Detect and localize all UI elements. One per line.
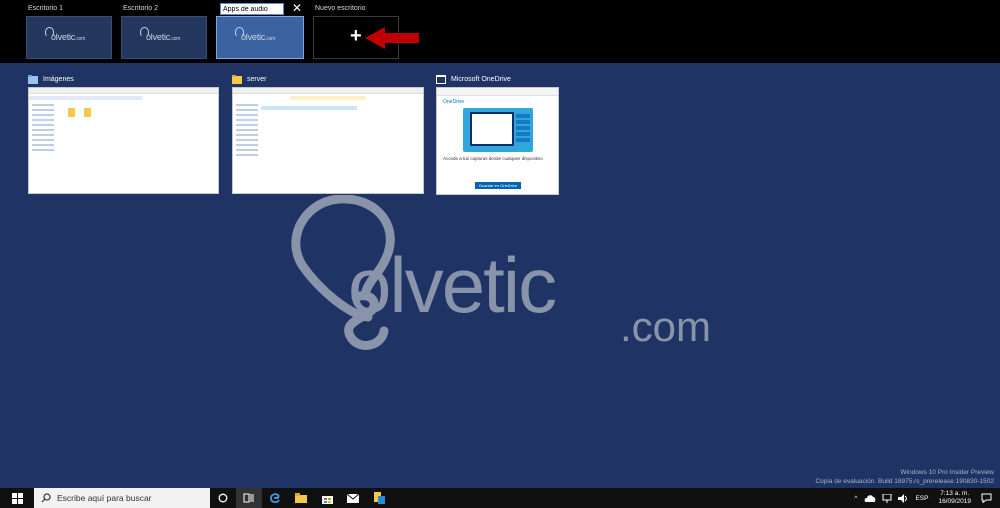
mail-envelope-icon <box>347 493 359 503</box>
language-indicator[interactable]: ESP <box>915 495 928 502</box>
mail-button[interactable] <box>340 488 366 508</box>
show-hidden-icons-chevron-icon[interactable]: ^ <box>854 495 857 502</box>
window-title-bar: Imágenes <box>28 72 219 86</box>
window-preview-server[interactable]: server <box>232 72 424 194</box>
brand-word: olvetic <box>348 241 557 329</box>
taskbar-search[interactable]: Escribe aquí para buscar <box>34 488 210 508</box>
clock[interactable]: 7:13 a. m. 16/09/2019 <box>938 490 971 506</box>
pinned-app-button[interactable] <box>366 488 392 508</box>
desktop-1-label: Escritorio 1 <box>28 5 64 12</box>
build-watermark: Windows 10 Pro Insider Preview Copia de … <box>815 469 994 485</box>
start-button[interactable] <box>0 488 34 508</box>
explorer-preview <box>28 87 219 194</box>
window-title: Imágenes <box>43 75 74 83</box>
store-button[interactable] <box>314 488 340 508</box>
edge-button[interactable] <box>262 488 288 508</box>
desktop-1-thumbnail[interactable]: olvetic.com <box>26 16 112 59</box>
edge-icon <box>269 493 280 504</box>
cortana-button[interactable] <box>210 488 236 508</box>
desktop-2[interactable]: Escritorio 2 olvetic.com <box>121 0 209 59</box>
windows-logo-icon <box>11 492 23 504</box>
solvetic-logo: olvetic.com <box>140 27 180 42</box>
explorer-preview <box>232 87 424 194</box>
onedrive-preview: OneDrive Accede a tus capturas desde cua… <box>436 87 559 195</box>
volume-icon[interactable] <box>898 493 908 503</box>
desktop-1[interactable]: Escritorio 1 olvetic.com <box>26 0 114 59</box>
onedrive-logo: OneDrive <box>443 99 465 105</box>
taskbar: Escribe aquí para buscar ^ ESP 7:13 a. m… <box>0 488 1000 508</box>
search-icon <box>41 493 51 503</box>
action-center-icon[interactable] <box>981 493 992 503</box>
pictures-folder-icon <box>28 74 38 84</box>
window-title-bar: server <box>232 72 424 86</box>
cortana-circle-icon <box>218 493 228 503</box>
plus-icon: + <box>350 25 362 47</box>
clock-time: 7:13 a. m. <box>940 490 970 497</box>
task-view-icon <box>243 493 254 503</box>
document-folder-icon <box>373 492 385 504</box>
file-explorer-icon <box>295 493 307 503</box>
search-placeholder: Escribe aquí para buscar <box>57 493 152 503</box>
window-title: server <box>247 75 267 83</box>
window-title-bar: Microsoft OneDrive <box>436 72 559 86</box>
solvetic-logo: olvetic.com <box>235 27 275 42</box>
solvetic-watermark: olvetic .com <box>290 195 730 365</box>
window-title: Microsoft OneDrive <box>451 75 511 83</box>
solvetic-logo: olvetic.com <box>45 27 85 42</box>
store-bag-icon <box>321 495 333 504</box>
desktop-3-rename-input[interactable] <box>220 3 284 15</box>
file-explorer-button[interactable] <box>288 488 314 508</box>
desktop-2-label: Escritorio 2 <box>123 5 159 12</box>
task-view-button[interactable] <box>236 488 262 508</box>
app-window-icon <box>436 74 446 84</box>
folder-icon <box>232 74 242 84</box>
close-desktop-icon[interactable]: ✕ <box>291 2 303 14</box>
window-preview-onedrive[interactable]: Microsoft OneDrive OneDrive Accede a tus… <box>436 72 559 195</box>
new-desktop[interactable]: Nuevo escritorio <box>313 0 401 14</box>
onedrive-cloud-icon[interactable] <box>864 494 876 502</box>
red-arrow-annotation <box>365 27 419 49</box>
network-icon[interactable] <box>882 493 892 503</box>
onedrive-illustration <box>463 108 533 152</box>
system-tray: ^ ESP 7:13 a. m. 16/09/2019 <box>850 488 1000 508</box>
desktop-2-thumbnail[interactable]: olvetic.com <box>121 16 207 59</box>
onedrive-heading: Accede a tus capturas desde cualquier di… <box>443 156 543 161</box>
new-desktop-label: Nuevo escritorio <box>315 5 366 12</box>
save-to-onedrive-button: Guardar en OneDrive <box>475 182 521 189</box>
brand-domain: .com <box>620 303 712 350</box>
desktop-3-thumbnail[interactable]: olvetic.com <box>216 16 304 59</box>
virtual-desktop-strip: Escritorio 1 olvetic.com Escritorio 2 ol… <box>0 0 1000 63</box>
window-preview-imagenes[interactable]: Imágenes <box>28 72 219 194</box>
clock-date: 16/09/2019 <box>938 498 971 505</box>
